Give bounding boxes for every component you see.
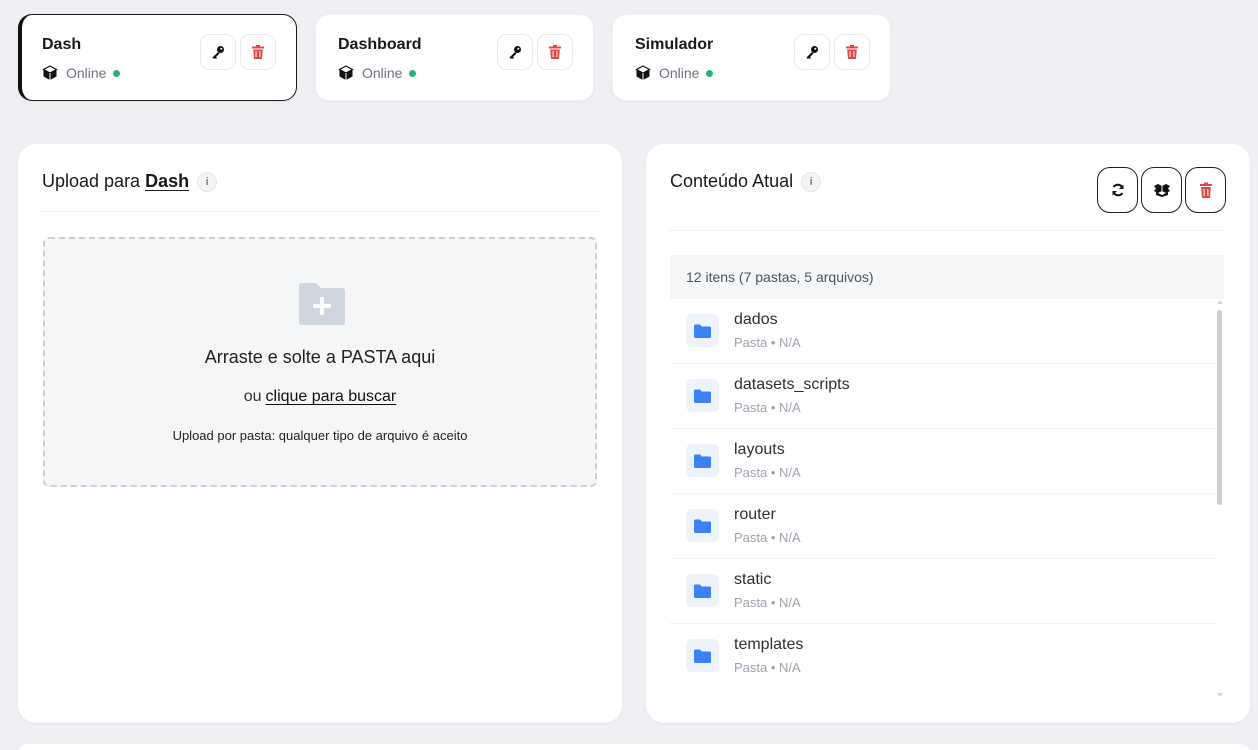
info-icon[interactable]: i [197,171,218,192]
key-button[interactable] [200,34,236,70]
app-card-dashboard[interactable]: Dashboard Online [315,14,594,101]
list-item[interactable]: static Pasta • N/A [670,559,1216,624]
upload-title: Upload para Dash i [42,171,218,192]
trash-icon [846,45,858,59]
key-button[interactable] [794,34,830,70]
clear-content-button[interactable] [1185,167,1226,213]
info-icon[interactable]: i [801,171,822,192]
list-item[interactable]: router Pasta • N/A [670,494,1216,559]
list-scrollbar[interactable] [1217,300,1223,697]
content-summary: 12 itens (7 pastas, 5 arquivos) [670,255,1224,299]
folder-icon-box [686,574,719,607]
folder-icon [694,519,711,533]
key-button[interactable] [497,34,533,70]
list-item[interactable]: layouts Pasta • N/A [670,429,1216,494]
app-card-simulador[interactable]: Simulador Online [612,14,891,101]
app-actions [200,34,276,70]
cube-icon [338,65,354,80]
browse-link[interactable]: clique para buscar [266,388,397,405]
scroll-down-arrow[interactable] [1217,693,1223,697]
trash-icon [252,45,264,59]
upload-target-link[interactable]: Dash [145,171,189,192]
item-meta: Pasta • N/A [734,595,801,610]
trash-icon [1199,182,1212,198]
folder-icon-box [686,379,719,412]
divider [668,230,1224,231]
item-meta: Pasta • N/A [734,465,801,480]
item-name: dados [734,311,778,328]
folder-icon [694,454,711,468]
folder-plus-icon [299,283,345,325]
upload-panel: Upload para Dash i Arraste e solte a PAS… [18,144,622,723]
app-cards-row: Dash Online Dashboard Online Simulador O… [18,14,891,101]
item-meta: Pasta • N/A [734,335,801,350]
delete-app-button[interactable] [537,34,573,70]
refresh-button[interactable] [1097,167,1138,213]
app-name: Simulador [635,36,714,53]
delete-app-button[interactable] [240,34,276,70]
app-actions [794,34,870,70]
list-item[interactable]: datasets_scripts Pasta • N/A [670,364,1216,429]
dropzone-subtitle: ou clique para buscar [45,388,595,406]
item-name: layouts [734,441,785,458]
online-dot [113,69,121,77]
app-name: Dashboard [338,36,422,53]
folder-icon [694,649,711,663]
app-card-dash[interactable]: Dash Online [18,14,297,101]
or-text: ou [243,388,262,405]
key-icon [806,46,818,59]
folder-icon-box [686,444,719,477]
app-status: Online [635,65,714,81]
status-text: Online [362,65,403,81]
item-name: datasets_scripts [734,376,850,393]
folder-icon [694,324,711,338]
package-button[interactable] [1141,167,1182,213]
next-panel-edge [18,744,1250,750]
item-name: static [734,571,772,588]
cube-icon [635,65,651,80]
list-item[interactable]: dados Pasta • N/A [670,299,1216,364]
status-text: Online [66,65,107,81]
item-meta: Pasta • N/A [734,660,801,675]
dropzone-title: Arraste e solte a PASTA aqui [204,347,436,367]
status-text: Online [659,65,700,81]
item-meta: Pasta • N/A [734,400,801,415]
item-name: router [734,506,776,523]
folder-icon-box [686,509,719,542]
app-status: Online [338,65,417,81]
content-title-text: Conteúdo Atual [670,171,794,191]
folder-icon [694,389,711,403]
scroll-thumb[interactable] [1217,310,1222,505]
key-icon [212,46,224,59]
online-dot [409,69,417,77]
content-panel: Conteúdo Atual i 12 itens (7 pastas, 5 a… [646,144,1250,723]
trash-icon [549,45,561,59]
app-status: Online [42,65,121,81]
online-dot [706,69,714,77]
content-title: Conteúdo Atual i [670,171,822,192]
app-name: Dash [42,36,82,53]
dropzone-hint: Upload por pasta: qualquer tipo de arqui… [172,428,468,443]
folder-icon-box [686,639,719,672]
upload-title-prefix: Upload para [42,171,141,191]
folder-dropzone[interactable]: Arraste e solte a PASTA aqui ou clique pa… [43,237,597,487]
box-icon [1153,184,1170,197]
item-meta: Pasta • N/A [734,530,801,545]
cube-icon [42,65,58,80]
content-list: dados Pasta • N/A datasets_scripts Pasta… [670,299,1216,687]
list-item[interactable]: templates Pasta • N/A [670,624,1216,687]
refresh-icon [1112,183,1123,197]
scroll-up-arrow[interactable] [1217,300,1223,304]
folder-icon [694,584,711,598]
app-actions [497,34,573,70]
content-toolbar [1097,167,1226,213]
delete-app-button[interactable] [834,34,870,70]
folder-icon-box [686,314,719,347]
item-name: templates [734,636,804,653]
key-icon [509,46,521,59]
divider [42,211,598,212]
